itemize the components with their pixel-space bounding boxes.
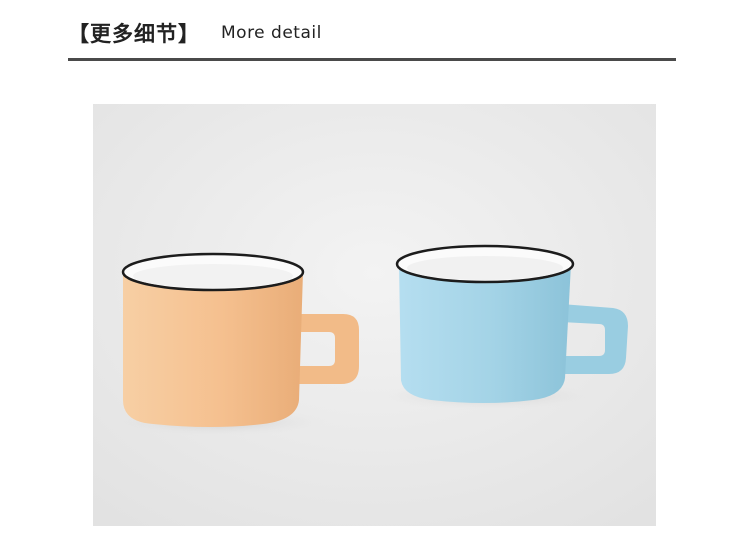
- product-photo-illustration: [93, 104, 656, 526]
- section-title-chinese: 【更多细节】: [68, 22, 200, 46]
- header-divider: [68, 58, 676, 61]
- section-header: 【更多细节】 More detail: [68, 14, 676, 62]
- section-title-english: More detail: [221, 23, 322, 43]
- product-photo: [93, 104, 656, 526]
